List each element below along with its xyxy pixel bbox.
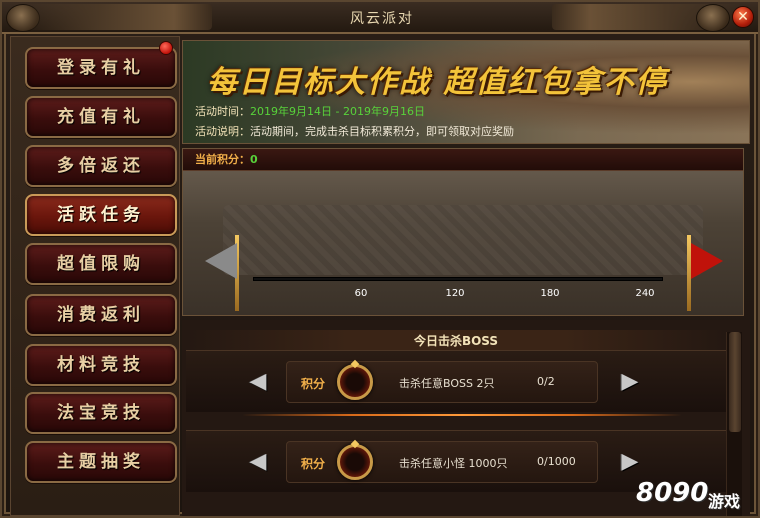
sidebar-item-active-tasks[interactable]: 活跃任务 [25, 194, 177, 236]
task-section-header: 今日击杀BOSS [186, 330, 726, 352]
next-reward-button[interactable]: ▶ [616, 371, 644, 393]
task-progress-count: 0/2 [537, 375, 555, 388]
event-banner: 每日目标大作战 超值红包拿不停 活动时间：2019年9月14日 - 2019年9… [182, 40, 750, 144]
watermark-text: 游戏 [708, 492, 741, 511]
sidebar-item-material-contest[interactable]: 材料竞技 [25, 344, 177, 386]
points-progress-bar [253, 277, 663, 281]
event-desc-row: 活动说明：活动期间，完成击杀目标积累积分，即可领取对应奖励 [195, 123, 514, 139]
ornament-knob-icon [696, 4, 730, 32]
watermark-digits: 8090 [636, 478, 709, 508]
sidebar-item-label: 消费返利 [57, 305, 145, 325]
event-desc-value: 活动期间，完成击杀目标积累积分，即可领取对应奖励 [250, 125, 514, 138]
progress-tick-label: 120 [445, 288, 465, 299]
sidebar-item-treasure-contest[interactable]: 法宝竞技 [25, 392, 177, 434]
sidebar-item-label: 多倍返还 [57, 156, 145, 176]
grey-flag-icon [205, 243, 237, 279]
site-watermark-logo: 8090 游戏 [636, 470, 754, 514]
glow-divider [242, 414, 682, 416]
reward-ring-icon[interactable] [337, 444, 373, 480]
sidebar-item-label: 超值限购 [57, 254, 145, 274]
sidebar-item-label: 材料竞技 [57, 355, 145, 375]
task-card: 积分 击杀任意BOSS 2只 0/2 [286, 361, 598, 403]
task-points-label: 积分 [301, 377, 326, 391]
sidebar-item-label: 活跃任务 [57, 205, 145, 225]
banner-title: 每日目标大作战 超值红包拿不停 [207, 65, 668, 100]
sidebar-item-label: 充值有礼 [57, 107, 145, 127]
progress-tick-label: 240 [635, 288, 655, 299]
current-points-label: 当前积分： [195, 153, 250, 166]
reward-ring-icon[interactable] [337, 364, 373, 400]
sidebar-item-label: 法宝竞技 [57, 403, 145, 423]
sidebar-item-label: 主题抽奖 [57, 452, 145, 472]
scroll-thumb[interactable] [729, 332, 741, 432]
current-points-value: 0 [250, 153, 258, 166]
task-progress-count: 0/1000 [537, 455, 576, 468]
progress-tick-label: 60 [354, 288, 368, 299]
arena-floor [223, 205, 703, 275]
points-progress-panel: 当前积分：0 60 120 180 240 [182, 148, 744, 316]
red-flag-icon [691, 243, 723, 279]
sidebar-item-spend-rebate[interactable]: 消费返利 [25, 294, 177, 336]
task-points-label: 积分 [301, 457, 326, 471]
sidebar-item-multi-return[interactable]: 多倍返还 [25, 145, 177, 187]
task-row: ◀ 积分 击杀任意BOSS 2只 0/2 ▶ [186, 350, 726, 412]
sidebar-item-value-limited[interactable]: 超值限购 [25, 243, 177, 285]
event-window: 风云派对 ✕ 登录有礼 充值有礼 多倍返还 活跃任务 超值限购 消费返利 材料竞… [0, 0, 760, 518]
sidebar: 登录有礼 充值有礼 多倍返还 活跃任务 超值限购 消费返利 材料竞技 法宝竞技 … [10, 36, 180, 516]
sidebar-item-recharge-gift[interactable]: 充值有礼 [25, 96, 177, 138]
progress-tick-label: 180 [540, 288, 560, 299]
title-bar: 风云派对 ✕ [2, 2, 758, 34]
event-time-value: 2019年9月14日 - 2019年9月16日 [250, 105, 425, 118]
prev-reward-button[interactable]: ◀ [244, 451, 272, 473]
event-desc-label: 活动说明： [195, 125, 250, 138]
close-button[interactable]: ✕ [732, 6, 754, 28]
prev-reward-button[interactable]: ◀ [244, 371, 272, 393]
window-title: 风云派对 [350, 11, 414, 27]
task-card: 积分 击杀任意小怪 1000只 0/1000 [286, 441, 598, 483]
task-description: 击杀任意BOSS 2只 [399, 377, 495, 390]
current-points-row: 当前积分：0 [183, 149, 743, 171]
event-time-label: 活动时间： [195, 105, 250, 118]
sidebar-item-theme-lottery[interactable]: 主题抽奖 [25, 441, 177, 483]
task-description: 击杀任意小怪 1000只 [399, 457, 508, 470]
sidebar-item-login-gift[interactable]: 登录有礼 [25, 47, 177, 89]
notification-dot-icon [159, 41, 173, 55]
sidebar-item-label: 登录有礼 [57, 58, 145, 78]
event-time-row: 活动时间：2019年9月14日 - 2019年9月16日 [195, 103, 425, 119]
